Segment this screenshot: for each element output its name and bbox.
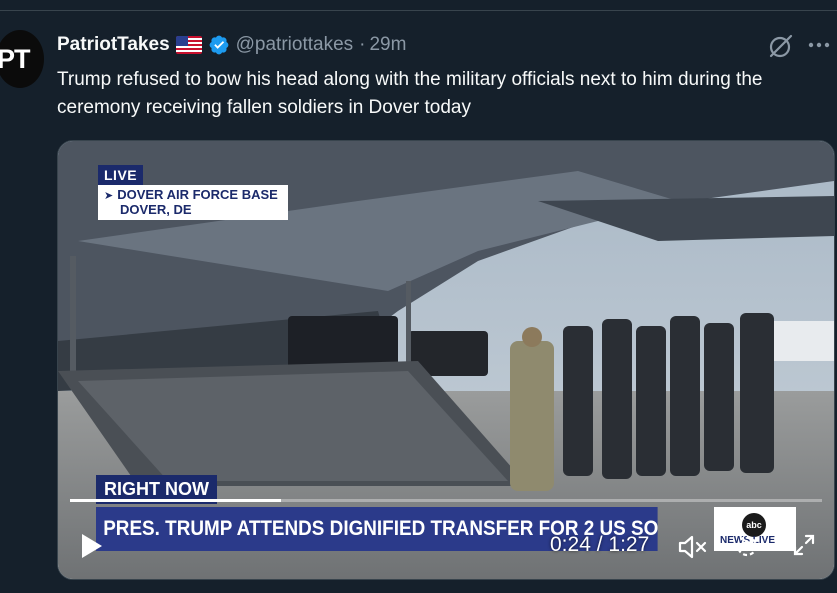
video-progress-fill (70, 499, 281, 502)
volume-muted-icon[interactable] (678, 533, 708, 561)
avatar[interactable]: PT (0, 30, 44, 88)
location-line-1: DOVER AIR FORCE BASE (117, 187, 278, 202)
us-flag-icon (175, 36, 202, 54)
location-caption: ➤ DOVER AIR FORCE BASE DOVER, DE (98, 185, 288, 220)
tweet-text: Trump refused to bow his head along with… (57, 69, 763, 118)
tweet-header: PatriotTakes @patriottakes · 29m (57, 32, 406, 58)
gear-icon[interactable] (734, 532, 760, 560)
timeline-divider (0, 10, 837, 11)
time-separator: / (596, 533, 603, 556)
play-icon[interactable] (80, 533, 104, 559)
more-icon[interactable] (806, 32, 832, 58)
location-line-2: DOVER, DE (120, 202, 192, 217)
grok-icon[interactable] (767, 32, 795, 60)
avatar-initials: PT (0, 44, 31, 74)
duration: 1:27 (608, 533, 650, 556)
timestamp[interactable]: 29m (369, 34, 406, 56)
video-player[interactable]: LIVE ➤ DOVER AIR FORCE BASE DOVER, DE RIG… (57, 140, 835, 580)
fullscreen-icon[interactable] (792, 533, 816, 557)
verified-badge-icon[interactable] (208, 34, 230, 56)
video-time: 0:24 / 1:27 (550, 533, 649, 557)
live-badge: LIVE (98, 165, 144, 185)
display-name[interactable]: PatriotTakes (57, 34, 170, 56)
caret-right-icon: ➤ (104, 190, 114, 202)
current-time: 0:24 (550, 533, 591, 556)
separator-dot: · (359, 34, 366, 55)
video-progress-bar[interactable] (70, 499, 822, 502)
handle[interactable]: @patriottakes (236, 34, 354, 56)
